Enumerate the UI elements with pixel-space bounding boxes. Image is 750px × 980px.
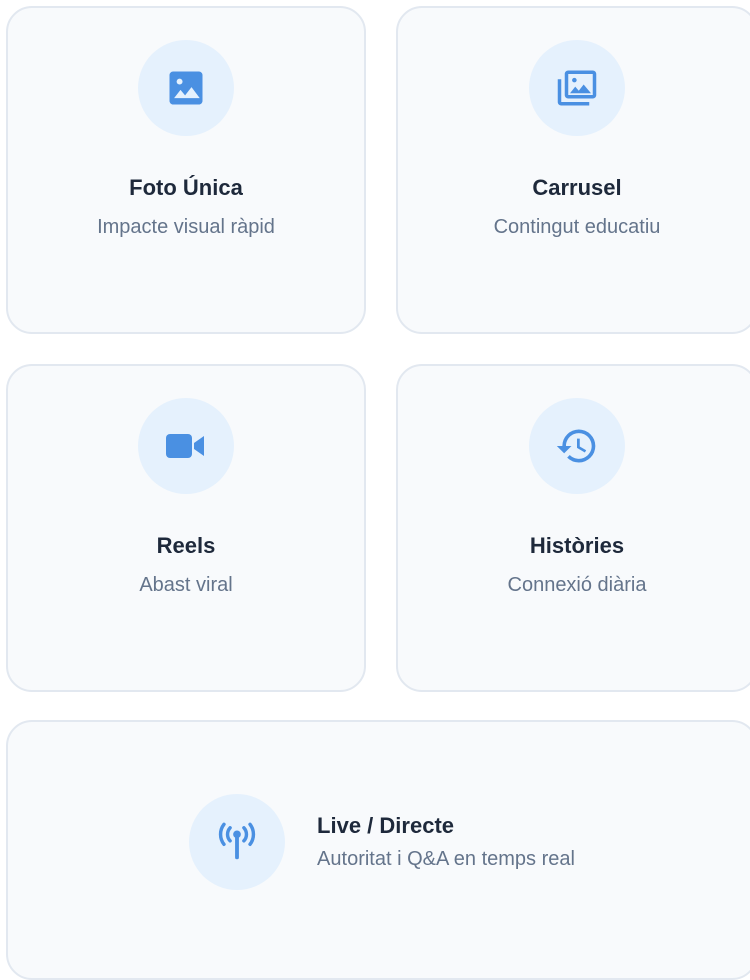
videocam-icon [166,434,204,458]
card-subtitle: Contingut educatiu [493,216,661,238]
icon-badge [529,398,625,494]
icon-badge [138,40,234,136]
card-title: Reels [156,533,216,558]
image-icon [169,71,203,105]
icon-badge [138,398,234,494]
card-subtitle: Impacte visual ràpid [97,216,275,238]
icon-badge [189,794,286,890]
format-card-single-photo[interactable]: Foto Única Impacte visual ràpid [6,6,366,334]
card-subtitle: Abast viral [139,574,233,596]
format-card-live[interactable]: Live / Directe Autoritat i Q&A en temps … [6,720,750,980]
antenna-icon [218,822,256,860]
card-text: Live / Directe Autoritat i Q&A en temps … [317,812,575,872]
history-icon [556,429,596,463]
card-subtitle: Autoritat i Q&A en temps real [317,848,575,870]
card-title: Foto Única [129,175,243,200]
card-title: Històries [529,533,625,558]
card-title: Carrusel [532,175,622,200]
format-card-carousel[interactable]: Carrusel Contingut educatiu [396,6,750,334]
format-card-reels[interactable]: Reels Abast viral [6,364,366,692]
icon-badge [529,40,625,136]
card-subtitle: Connexió diària [507,574,647,596]
card-title: Live / Directe [317,813,454,838]
format-card-stories[interactable]: Històries Connexió diària [396,364,750,692]
photo-library-icon [557,70,597,106]
